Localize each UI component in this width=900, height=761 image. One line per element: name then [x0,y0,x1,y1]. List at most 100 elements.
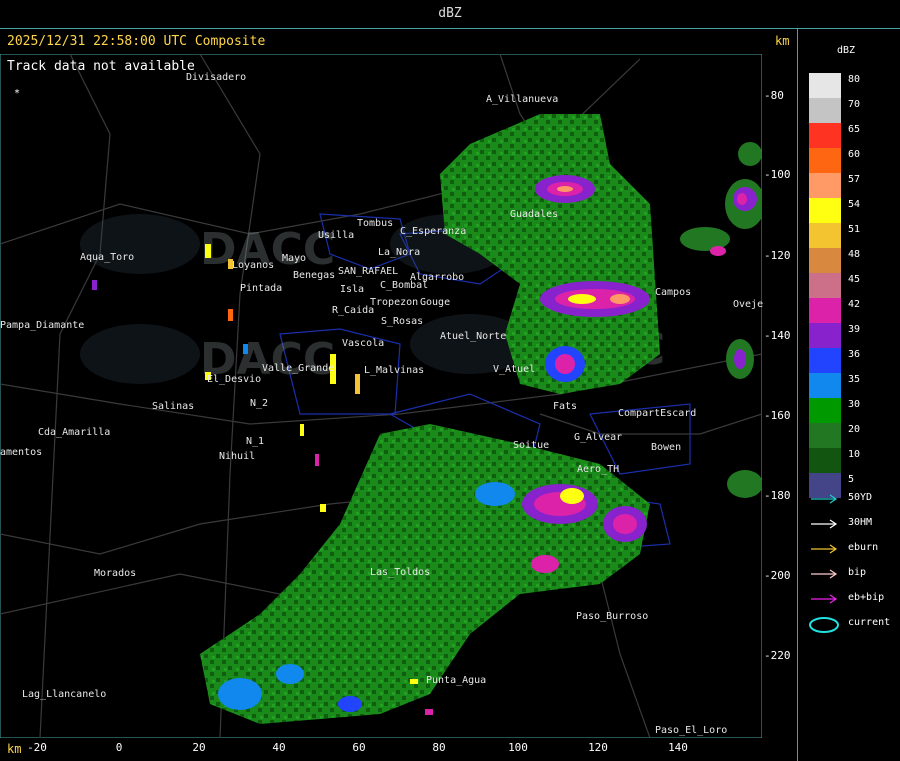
legend-value-label: 45 [848,274,861,285]
legend-divider [797,28,798,761]
legend-color-swatch [809,423,841,448]
place-label: Cda_Amarilla [38,427,111,438]
place-label: Gouge [420,297,451,308]
track-legend-item: 50YD [809,492,899,506]
arrow-icon [811,544,838,554]
x-tick-label: -20 [27,741,47,754]
place-label: S_Rosas [381,316,424,327]
place-label: El_Desvio [207,374,262,385]
place-label: Salinas [152,401,195,412]
place-label: Punta_Agua [426,675,487,686]
y-tick-label: -200 [764,569,791,582]
legend-color-swatch [809,323,841,348]
place-label: Fats [553,401,578,412]
place-label: Tropezon [370,297,419,308]
place-label: G_Alvear [574,432,623,443]
place-label: Atuel_Norte [440,331,507,342]
place-label: N_2 [250,398,269,409]
place-label: Las_Toldos [370,567,431,578]
track-legend-label: eburn [848,542,879,553]
track-legend-label: current [848,617,891,628]
x-tick-label: 60 [352,741,366,754]
legend-color-swatch [809,248,841,273]
place-label: amentos [0,447,43,458]
y-tick-label: -100 [764,168,791,181]
y-tick-label: -180 [764,489,791,502]
legend-value-label: 10 [848,449,861,460]
legend-value-label: 42 [848,299,861,310]
arrow-icon [811,594,838,604]
legend-color-swatch [809,348,841,373]
place-label: Aqua_Toro [80,252,135,263]
timestamp-label: 2025/12/31 22:58:00 UTC Composite [7,34,266,49]
legend-color-swatch [809,173,841,198]
legend-value-label: 30 [848,399,861,410]
legend-value-label: 36 [848,349,861,360]
legend-value-label: 5 [848,474,855,485]
y-tick-label: -140 [764,329,791,342]
legend-title: dBZ [836,45,856,56]
place-label: Mayo [282,253,307,264]
place-label: Loyanos [232,260,275,271]
y-tick-label: -120 [764,249,791,262]
legend-color-swatch [809,148,841,173]
place-label: Pampa_Diamante [0,320,85,331]
legend-color-swatch [809,298,841,323]
x-tick-label: 20 [192,741,206,754]
place-label: Vascola [342,338,385,349]
legend-value-label: 80 [848,74,861,85]
y-tick-label: -80 [764,89,784,102]
place-label: La_Nora [378,247,421,258]
track-legend-label: eb+bip [848,592,885,603]
header-divider [0,28,900,29]
place-label: Divisadero [186,72,247,83]
legend-value-label: 48 [848,249,861,260]
x-tick-label: 40 [272,741,286,754]
x-tick-label: 100 [508,741,528,754]
place-label: Nihuil [219,451,256,462]
legend-color-swatch [809,223,841,248]
radar-map[interactable]: DACC DACC DACC DACC [0,54,762,738]
track-legend-label: bip [848,567,867,578]
place-label: SAN_RAFAEL [338,266,399,277]
x-tick-label: 80 [432,741,446,754]
place-label: Valle_Grande [262,363,335,374]
legend-color-swatch [809,198,841,223]
legend-color-swatch [809,98,841,123]
y-tick-label: -160 [764,409,791,422]
place-label: CompartEscard [618,408,697,419]
arrow-icon [811,569,838,579]
window-title: dBZ [438,6,462,21]
place-label: Oveje [733,299,764,310]
place-label: C_Bombal [380,280,429,291]
legend-color-swatch [809,398,841,423]
place-label: Lag_Llancanelo [22,689,107,700]
x-tick-label: 120 [588,741,608,754]
place-label: N_1 [246,436,265,447]
legend-value-label: 60 [848,149,861,160]
place-label: Paso_Burroso [576,611,649,622]
track-legend-item: 30HM [809,517,899,531]
legend-value-label: 70 [848,99,861,110]
legend-value-label: 39 [848,324,861,335]
current-ellipse-icon [809,617,839,633]
place-label: R_Caida [332,305,375,316]
place-label: L_Malvinas [364,365,425,376]
place-label: Paso_El_Loro [655,725,728,736]
legend-value-label: 54 [848,199,861,210]
place-label: V_Atuel [493,364,536,375]
legend-color-swatch [809,123,841,148]
arrow-icon [811,519,838,529]
radar-site-marker: * [14,88,20,99]
place-label: Aero_TH [577,464,620,475]
x-tick-label: 140 [668,741,688,754]
legend-color-swatch [809,448,841,473]
track-legend-label: 30HM [848,517,873,528]
track-legend-item: current [809,617,899,633]
place-label: Campos [655,287,692,298]
track-legend-item: eb+bip [809,592,899,606]
track-legend-label: 50YD [848,492,873,503]
track-legend-item: eburn [809,542,899,556]
place-label: Guadales [510,209,559,220]
y-tick-label: -220 [764,649,791,662]
